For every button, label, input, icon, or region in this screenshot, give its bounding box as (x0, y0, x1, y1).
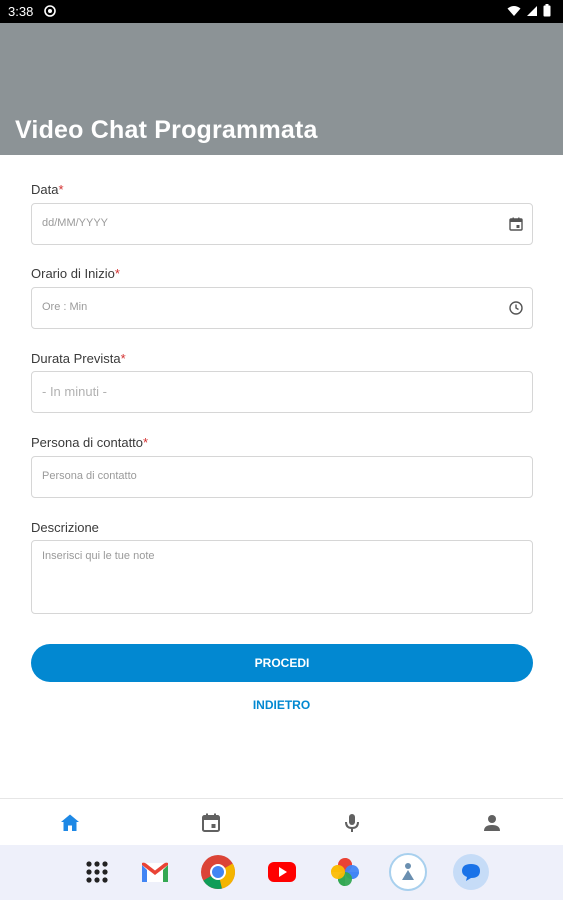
start-time-label: Orario di Inizio* (31, 266, 120, 281)
status-time: 3:38 (8, 4, 34, 19)
person-icon[interactable] (480, 811, 504, 835)
date-placeholder: dd/MM/YYYY (42, 217, 109, 229)
gmail-icon[interactable] (136, 853, 174, 891)
calendar-picker-icon[interactable] (508, 216, 524, 232)
start-time-field[interactable]: Ore : Min (31, 287, 533, 329)
description-field[interactable]: Inserisci qui le tue note (31, 540, 533, 614)
duration-field[interactable]: - In minuti - (31, 371, 533, 413)
start-time-placeholder: Ore : Min (42, 301, 88, 313)
contact-placeholder: Persona di contatto (42, 470, 137, 482)
app-header: Video Chat Programmata (0, 23, 563, 155)
battery-icon (543, 4, 551, 17)
home-icon[interactable] (58, 811, 82, 835)
messages-icon[interactable] (452, 853, 490, 891)
required-mark: * (114, 266, 120, 281)
microphone-icon[interactable] (340, 811, 364, 835)
date-field[interactable]: dd/MM/YYYY (31, 203, 533, 245)
contact-label-text: Persona di contatto (31, 435, 144, 450)
app-drawer-icon[interactable] (78, 853, 116, 891)
sync-status-icon (44, 5, 56, 17)
wifi-icon (507, 5, 521, 16)
chrome-icon[interactable] (199, 853, 237, 891)
proceed-button[interactable]: PROCEDI (31, 644, 533, 682)
contact-field[interactable]: Persona di contatto (31, 456, 533, 498)
date-label: Data* (31, 182, 64, 197)
clock-icon[interactable] (508, 300, 524, 316)
description-label-text: Descrizione (31, 520, 99, 535)
duration-placeholder: - In minuti - (42, 384, 108, 399)
required-mark: * (120, 351, 126, 366)
required-mark: * (58, 182, 64, 197)
date-label-text: Data (31, 182, 59, 197)
bottom-navigation (0, 798, 563, 846)
calendar-icon[interactable] (199, 811, 223, 835)
signal-icon (527, 5, 537, 16)
app-dock (0, 845, 563, 900)
back-button[interactable]: INDIETRO (0, 698, 563, 712)
required-mark: * (143, 435, 149, 450)
description-label: Descrizione (31, 520, 99, 535)
page-title: Video Chat Programmata (15, 116, 318, 144)
status-bar: 3:38 (0, 0, 563, 23)
youtube-icon[interactable] (263, 853, 301, 891)
start-time-label-text: Orario di Inizio (31, 266, 115, 281)
contact-label: Persona di contatto* (31, 435, 148, 450)
photos-icon[interactable] (326, 853, 364, 891)
duration-label: Durata Prevista* (31, 351, 126, 366)
assistant-app-icon[interactable] (389, 853, 427, 891)
duration-label-text: Durata Prevista (31, 351, 121, 366)
description-placeholder: Inserisci qui le tue note (42, 550, 155, 562)
